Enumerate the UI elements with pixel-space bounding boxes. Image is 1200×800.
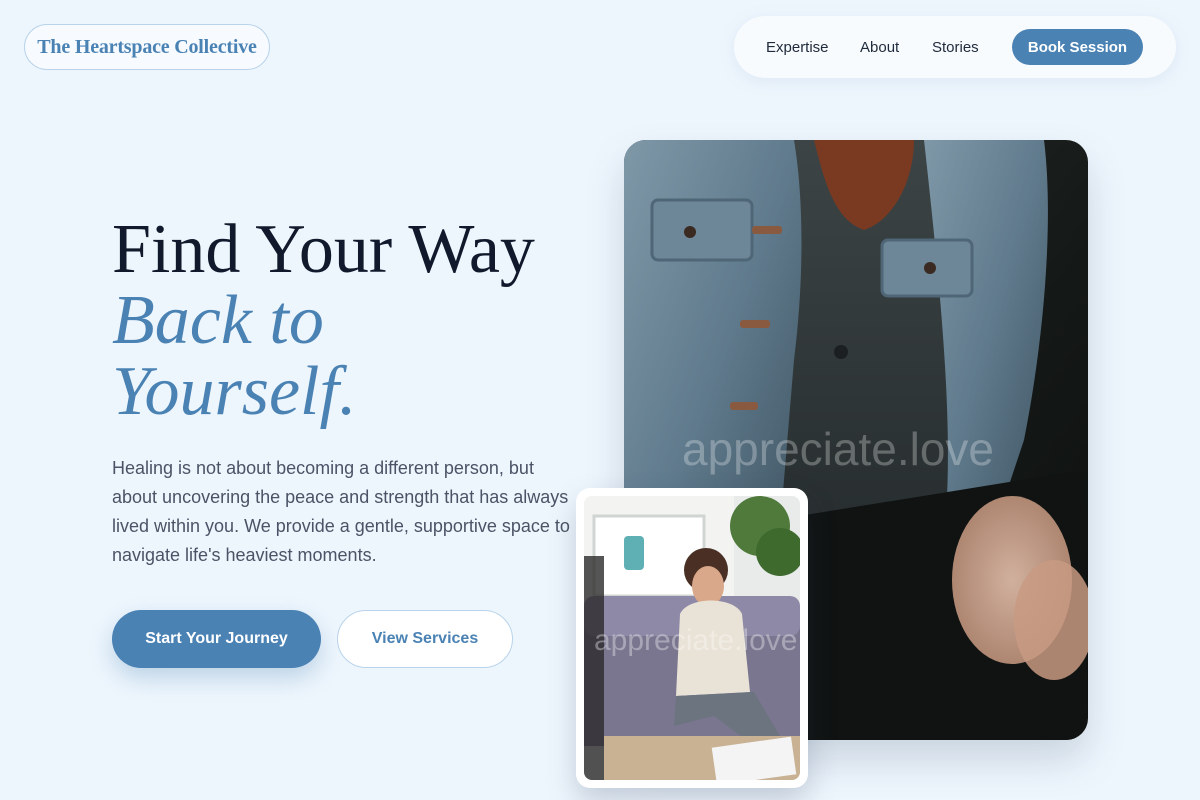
main-photo-watermark: appreciate.love — [682, 423, 994, 475]
hero-inset-photo: appreciate.love — [584, 496, 800, 780]
headline-line-3: Yourself. — [112, 353, 357, 430]
hero-description: Healing is not about becoming a differen… — [112, 458, 570, 565]
view-services-button[interactable]: View Services — [337, 610, 513, 668]
hero-inset-photo-card: appreciate.love — [576, 488, 808, 788]
nav-link-about[interactable]: About — [860, 16, 899, 78]
nav-link-stories[interactable]: Stories — [932, 16, 979, 78]
book-session-button[interactable]: Book Session — [1012, 29, 1143, 65]
brand-logo[interactable]: The Heartspace Collective — [24, 24, 270, 70]
main-nav: Expertise About Stories Book Session — [734, 16, 1176, 78]
headline-line-2: Back to — [112, 282, 324, 359]
hero-headline: Find Your Way Back to Yourself. — [112, 214, 535, 427]
headline-line-1: Find Your Way — [112, 211, 535, 288]
inset-photo-watermark: appreciate.love — [594, 624, 798, 657]
start-journey-button[interactable]: Start Your Journey — [112, 610, 321, 668]
nav-link-expertise[interactable]: Expertise — [766, 16, 829, 78]
